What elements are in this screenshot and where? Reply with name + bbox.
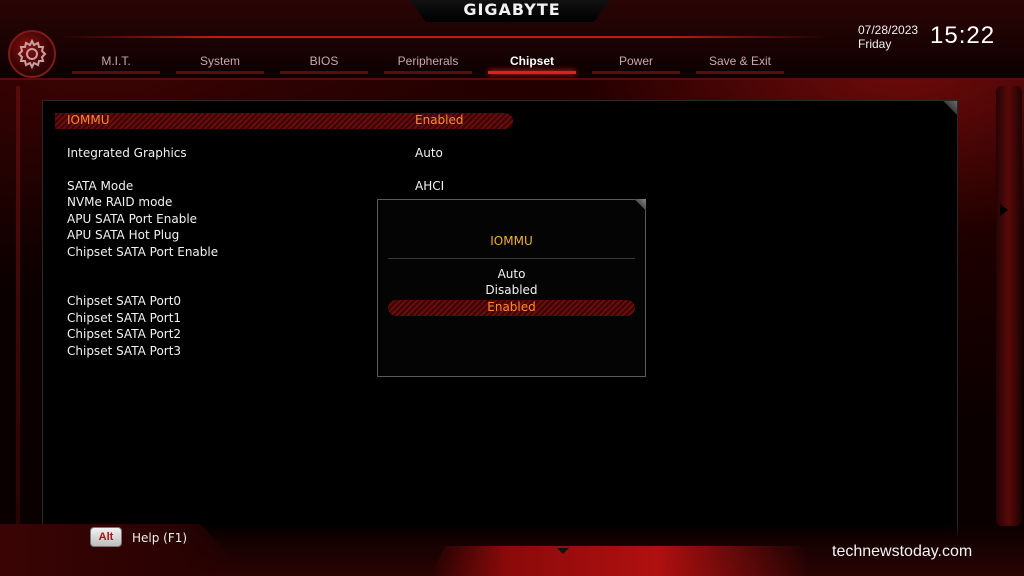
date-display: 07/28/2023 Friday [858,23,918,51]
setting-label: Chipset SATA Port1 [67,311,182,325]
settings-gear-button[interactable] [8,30,56,78]
iommu-options-popup: IOMMU Auto Disabled Enabled [377,199,646,377]
gear-icon [17,38,47,70]
main-tabs: M.I.T. System BIOS Peripherals Chipset P… [64,50,792,76]
date-text: 07/28/2023 [858,23,919,37]
panel-corner-icon [943,101,957,115]
popup-title: IOMMU [490,234,533,248]
setting-label: Chipset SATA Port0 [67,294,182,308]
setting-value: Auto [415,146,443,160]
setting-sata-mode[interactable]: SATA Mode AHCI [55,179,513,195]
setting-label: Integrated Graphics [67,146,187,160]
setting-label: APU SATA Hot Plug [67,228,180,242]
setting-value: AHCI [415,179,445,193]
left-rail [16,86,20,526]
setting-label: NVMe RAID mode [67,195,173,209]
option-enabled[interactable]: Enabled [388,300,635,316]
tab-mit[interactable]: M.I.T. [64,50,168,74]
setting-integrated-graphics[interactable]: Integrated Graphics Auto [55,146,513,162]
tab-bios[interactable]: BIOS [272,50,376,74]
down-arrow-icon [557,548,569,554]
popup-divider [388,258,635,259]
setting-label: Chipset SATA Port2 [67,327,182,341]
clock-display: 15:22 [930,22,996,49]
right-arrow-icon [1000,204,1008,216]
option-disabled[interactable]: Disabled [388,283,635,299]
help-label[interactable]: Help (F1) [132,531,187,545]
alt-key-icon[interactable]: Alt [90,527,122,547]
popup-corner-icon [634,199,646,211]
setting-label: SATA Mode [67,179,134,193]
setting-label: IOMMU [67,113,110,127]
day-text: Friday [858,37,892,51]
setting-label: Chipset SATA Port Enable [67,245,219,259]
setting-label: Chipset SATA Port3 [67,344,182,358]
setting-iommu[interactable]: IOMMU Enabled [55,113,513,129]
tab-chipset[interactable]: Chipset [480,50,584,74]
right-rail[interactable] [996,86,1022,526]
brand-logo: GIGABYTE [463,0,561,19]
tab-system[interactable]: System [168,50,272,74]
option-auto[interactable]: Auto [388,267,635,283]
tab-save-exit[interactable]: Save & Exit [688,50,792,74]
tab-peripherals[interactable]: Peripherals [376,50,480,74]
tab-power[interactable]: Power [584,50,688,74]
setting-value: Enabled [415,113,464,127]
bottom-center-accent [430,546,810,576]
watermark: technewstoday.com [832,543,973,560]
setting-label: APU SATA Port Enable [67,212,198,226]
